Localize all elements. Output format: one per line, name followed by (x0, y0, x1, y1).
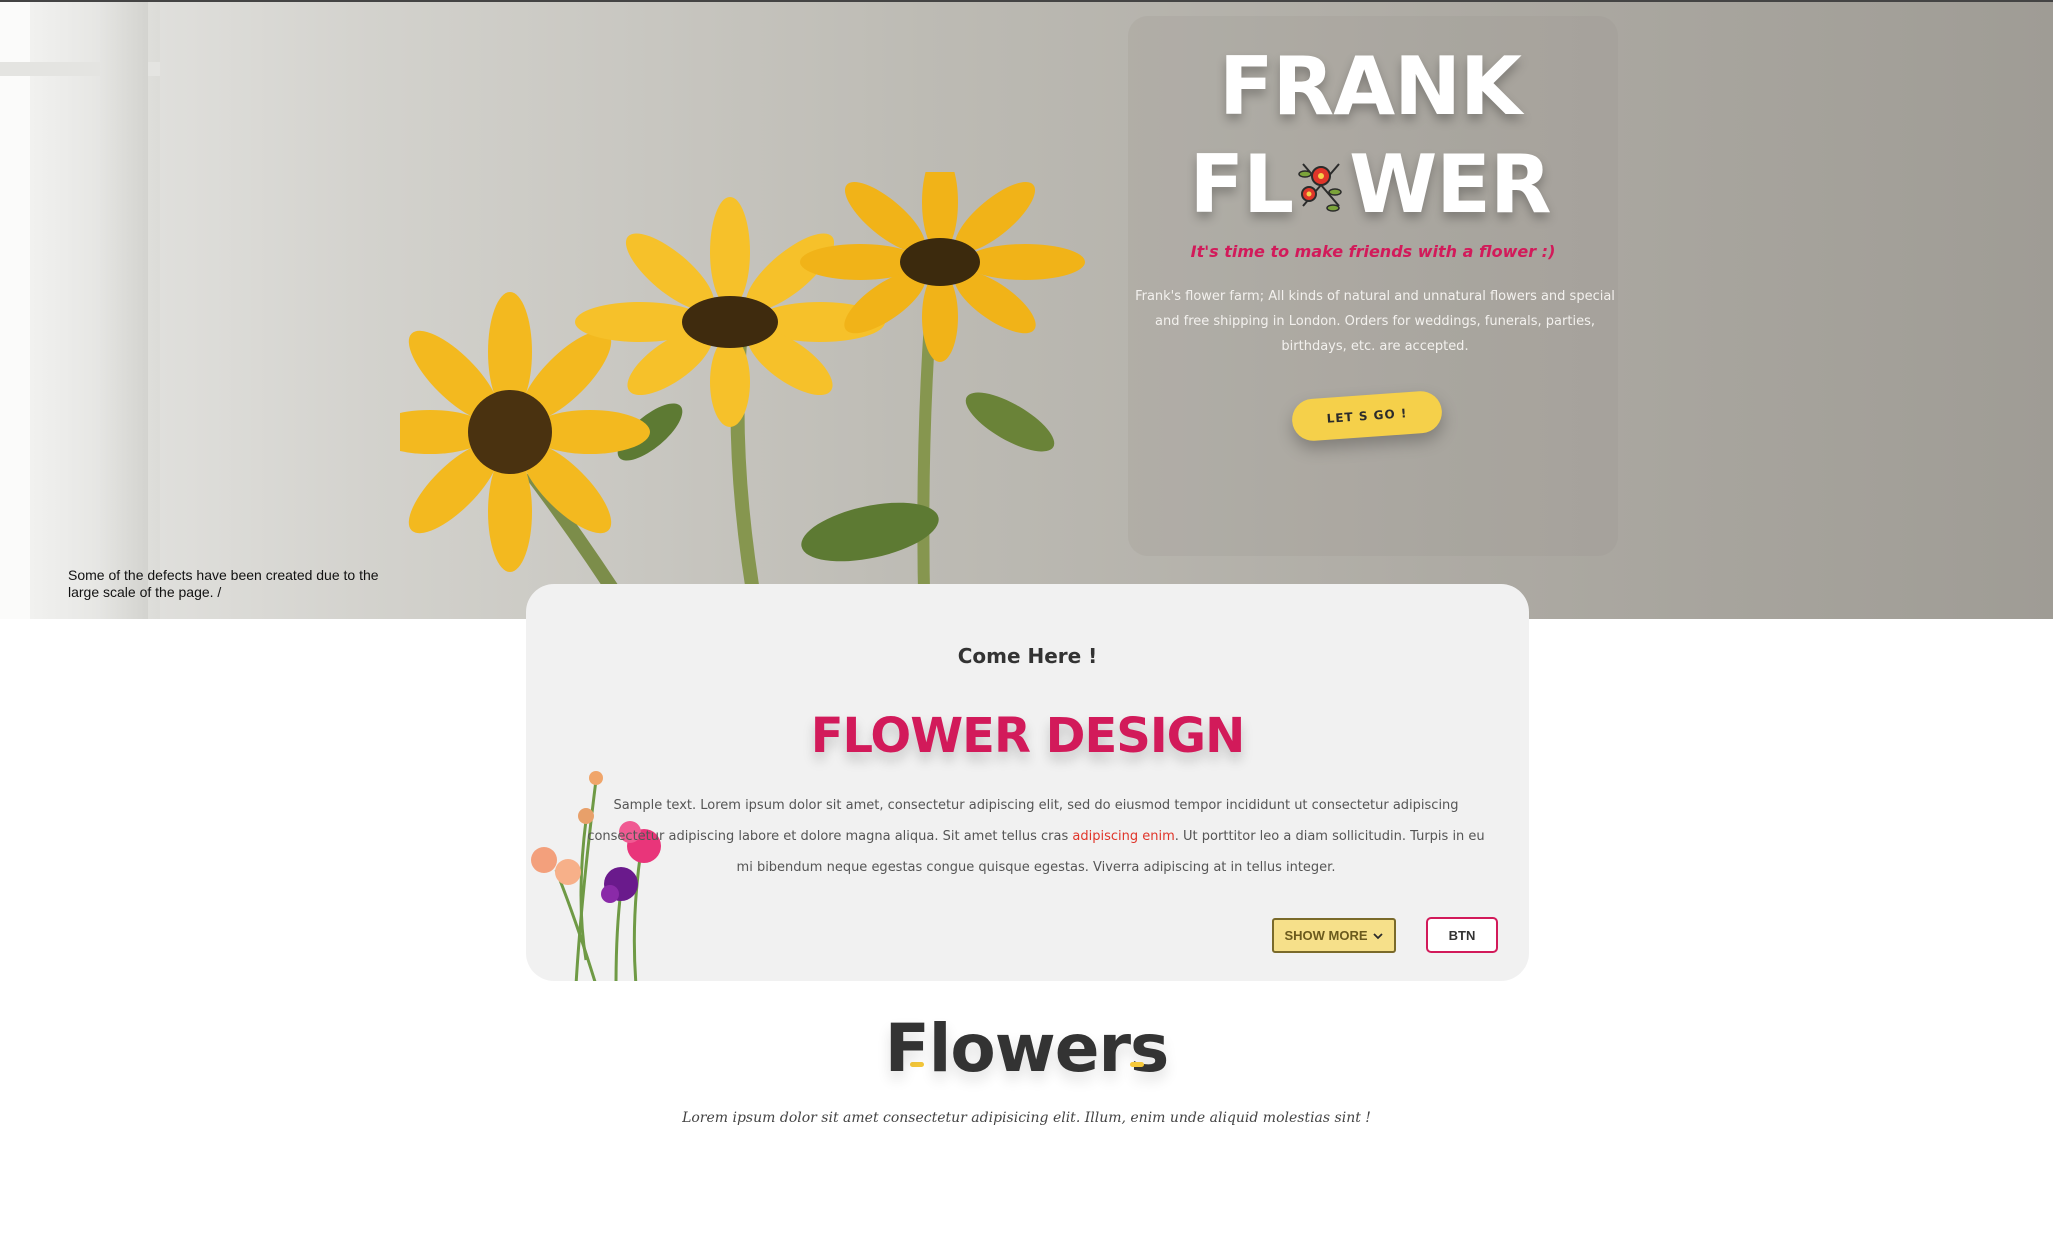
highlighted-link[interactable]: adipiscing enim (1072, 829, 1174, 844)
flowers-section-subtitle: Lorem ipsum dolor sit amet consectetur a… (682, 1110, 1371, 1126)
show-more-button[interactable]: SHOW MORE (1272, 918, 1396, 953)
btn-button[interactable]: BTN (1426, 917, 1498, 953)
window-background (0, 2, 160, 619)
sunflowers-image (400, 172, 1085, 619)
flowers-section-title: Flowers (884, 1010, 1170, 1087)
card-eyebrow: Come Here ! (957, 644, 1098, 668)
show-more-label: SHOW MORE (1284, 928, 1368, 943)
brand-title: FRANK FL WER (1160, 38, 1580, 234)
hero-section: FRANK FL WER It's time to make friends w… (0, 0, 2053, 619)
brand-line2: FL WER (1189, 138, 1551, 231)
flower-design-card: Come Here ! FLOWER DESIGN Sample text. L… (526, 584, 1529, 981)
hero-description: Frank's flower farm; All kinds of natura… (1135, 289, 1615, 354)
flower-ornament-icon (1298, 163, 1342, 212)
hero-tagline: It's time to make friends with a flower … (1190, 242, 1556, 261)
title-dash-right (1130, 1062, 1144, 1067)
card-body-text: Sample text. Lorem ipsum dolor sit amet,… (587, 798, 1485, 875)
defect-note: Some of the defects have been created du… (68, 567, 379, 600)
brand-line1: FRANK (1218, 40, 1522, 133)
card-title: FLOWER DESIGN (810, 708, 1246, 764)
chevron-down-icon (1372, 932, 1383, 939)
